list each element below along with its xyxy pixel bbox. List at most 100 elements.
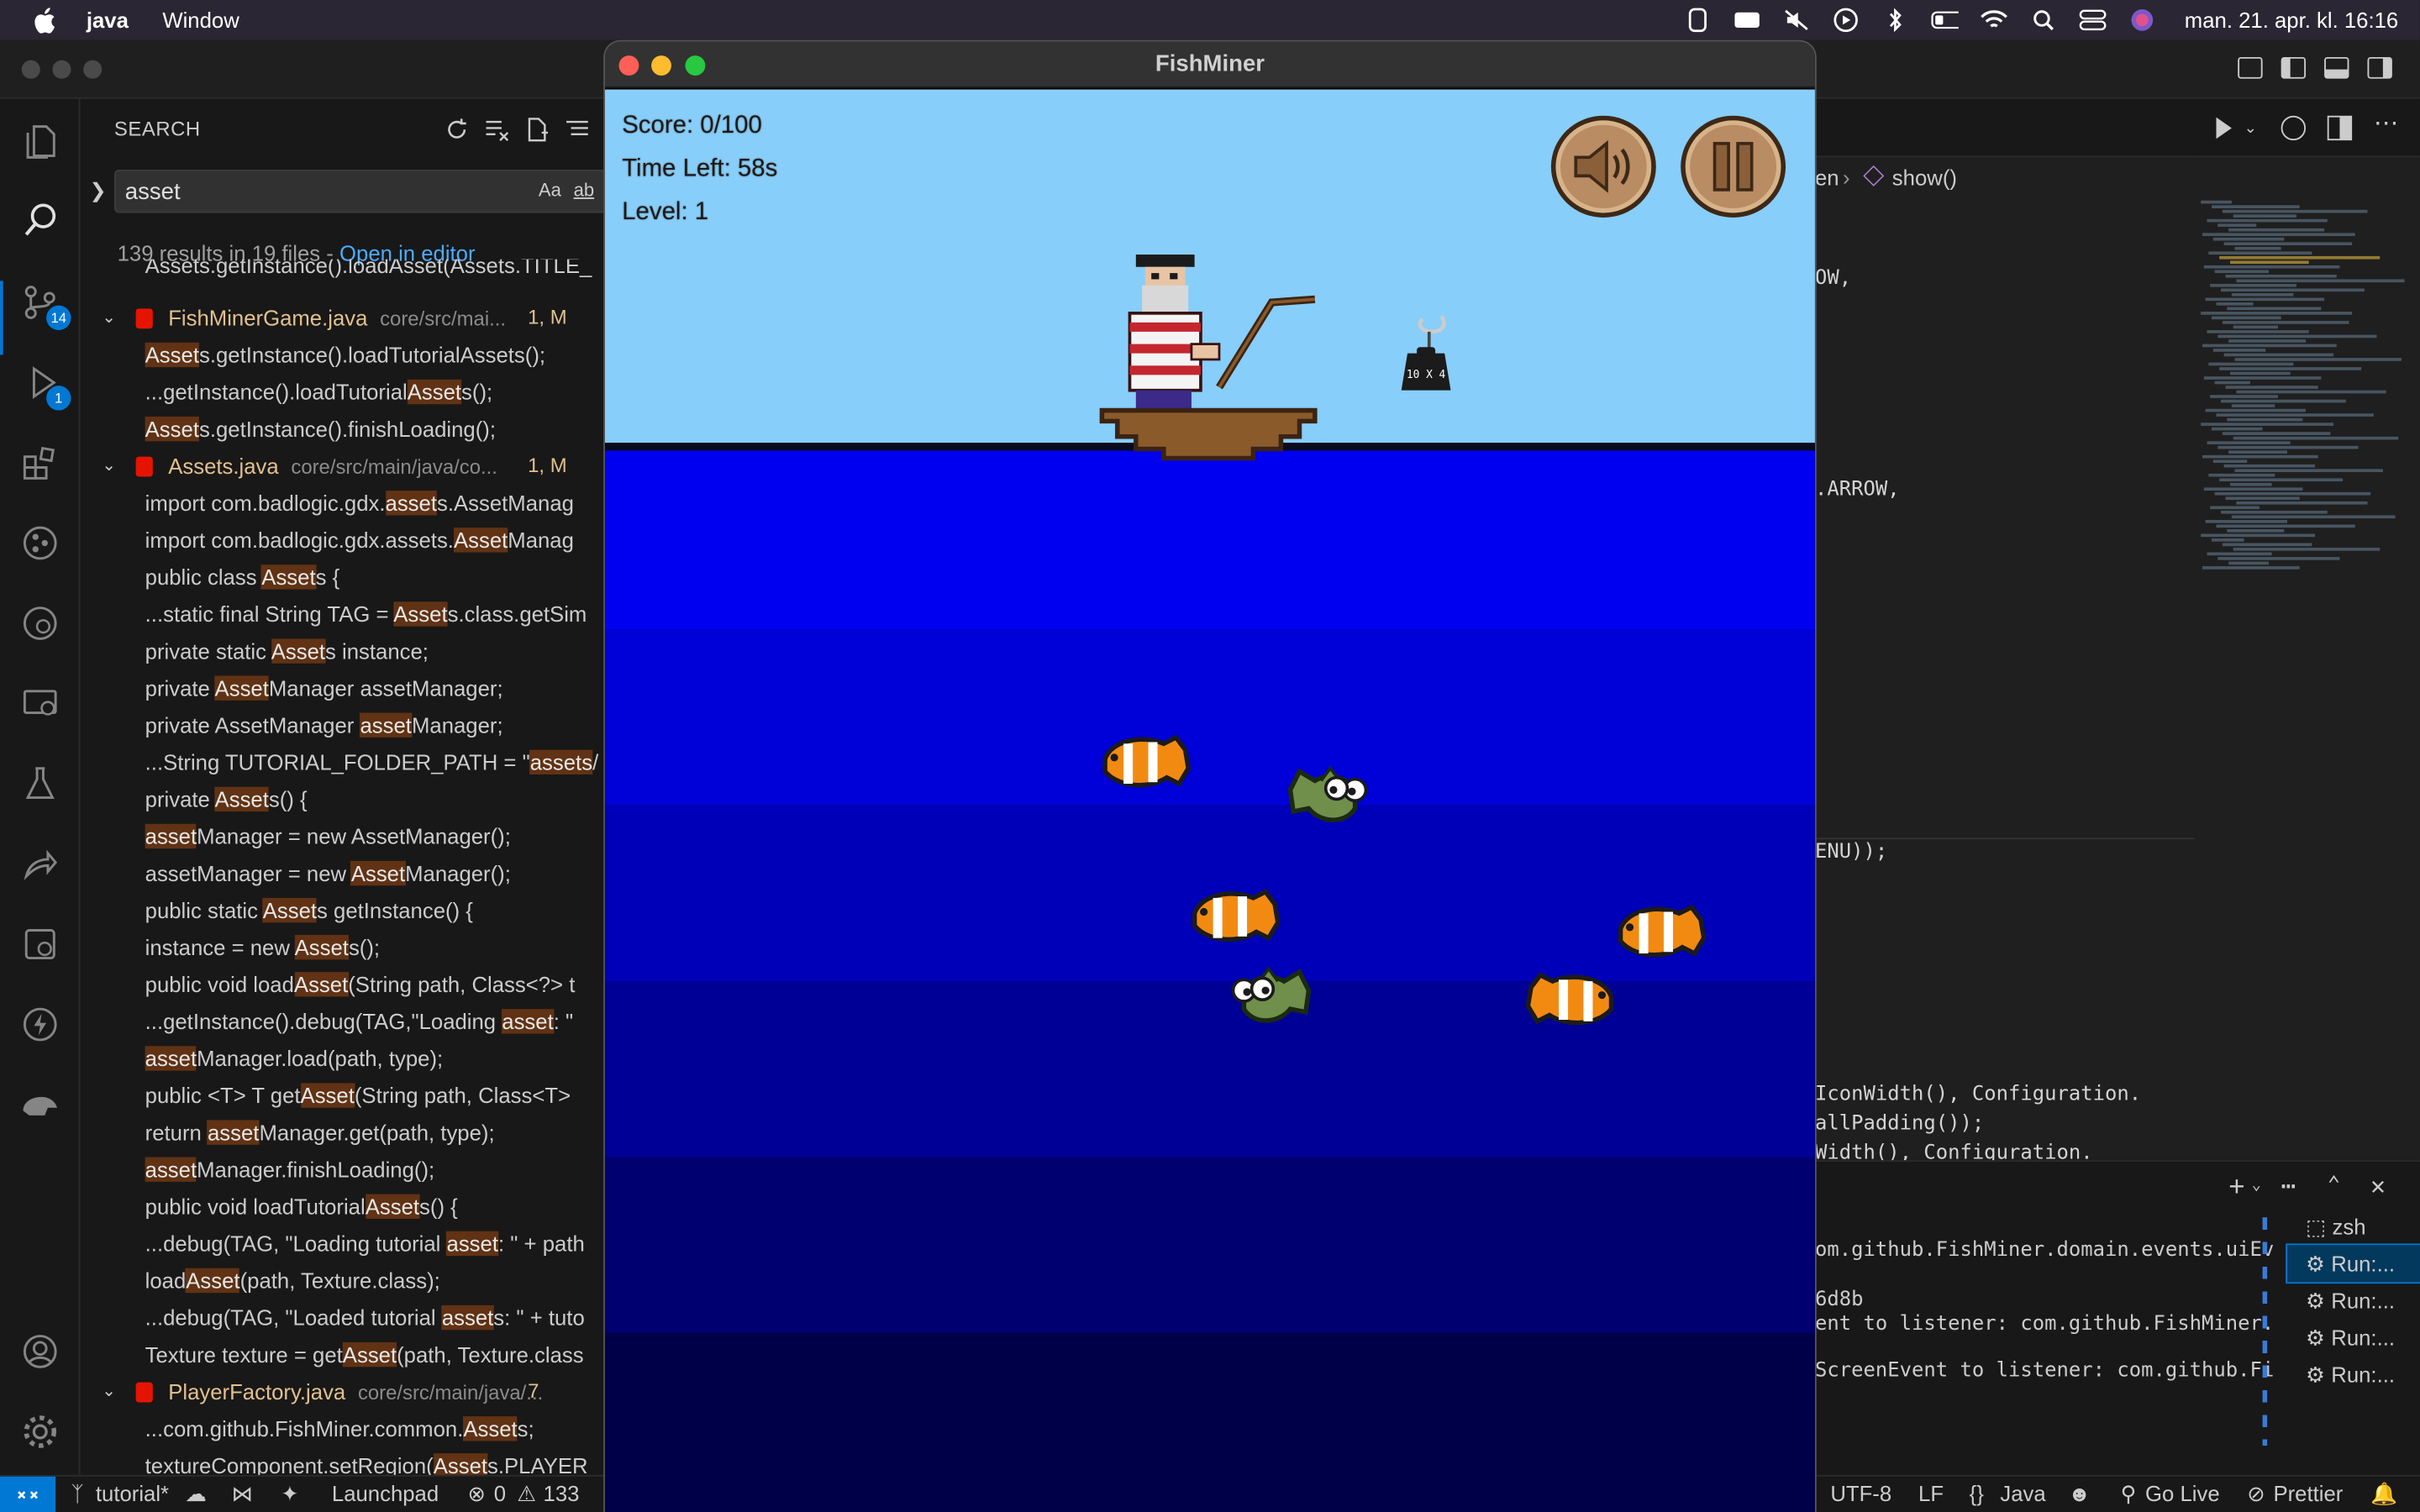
play-icon[interactable] (1833, 8, 1860, 33)
wifi-icon[interactable] (1981, 9, 2008, 31)
run-debug-icon[interactable]: 1 (18, 361, 71, 411)
breadcrumb-prefix[interactable]: en (1815, 165, 1839, 190)
search-match-row[interactable]: ...getInstance().debug(TAG,"Loading asse… (81, 1003, 605, 1040)
broadcast-icon[interactable]: ⚲ (2121, 1481, 2137, 1507)
code-line[interactable]: ENU)); (1815, 841, 1887, 864)
search-match-row[interactable]: loadAsset(path, Texture.class); (81, 1262, 605, 1299)
git-graph-icon[interactable] (18, 522, 61, 564)
search-match-row[interactable]: public static Assets getInstance() { (81, 892, 605, 929)
game-zoom-button[interactable] (685, 55, 706, 76)
app-menu-java[interactable]: java (87, 8, 129, 32)
terminal-tab-zsh[interactable]: ⬚ zsh (2287, 1208, 2420, 1245)
search-icon[interactable] (18, 197, 61, 240)
prettier-label[interactable]: Prettier (2273, 1481, 2343, 1505)
search-match-row[interactable]: public class Assets { (81, 559, 605, 596)
search-match-row[interactable]: assetManager = new AssetManager(); (81, 855, 605, 892)
control-center-icon[interactable] (2080, 9, 2107, 31)
toggle-panel-icon[interactable] (2324, 56, 2349, 79)
siri-icon[interactable] (2129, 9, 2157, 31)
search-match-row[interactable]: ...getInstance().loadTutorialAssets(); (81, 373, 605, 410)
search-match-row[interactable]: ...static final String TAG = Assets.clas… (81, 596, 605, 633)
warnings-icon[interactable]: ⚠ (517, 1481, 536, 1507)
run-file-icon[interactable] (2216, 117, 2232, 139)
branch-icon[interactable]: ᛉ (71, 1481, 83, 1505)
fish-3[interactable] (1186, 885, 1285, 947)
search-match-row[interactable]: ...com.github.FishMiner.common.Assets; (81, 1410, 605, 1447)
new-terminal-icon[interactable]: + (2228, 1171, 2244, 1204)
close-panel-icon[interactable]: ✕ (2370, 1171, 2386, 1200)
minimap[interactable] (2194, 157, 2420, 1158)
launchpad-label[interactable]: Launchpad (332, 1481, 439, 1505)
terminal-tab-run[interactable]: ⚙ Run:... (2287, 1319, 2420, 1356)
collapse-chevron-icon[interactable]: ⌄ (102, 299, 116, 336)
fish-5[interactable] (1223, 963, 1315, 1033)
mute-icon[interactable] (1783, 9, 1811, 31)
breadcrumb-symbol[interactable]: show() (1892, 165, 1957, 190)
launchpad-icon[interactable]: ✦ (281, 1481, 299, 1507)
compare-changes-icon[interactable] (2281, 115, 2307, 141)
search-settings-icon[interactable] (18, 601, 61, 644)
search-file-row[interactable]: ⌄ Assets.java core/src/main/java/co... 1, M (81, 448, 605, 485)
split-editor-icon[interactable] (2327, 115, 2353, 141)
fish-1[interactable] (1096, 732, 1195, 793)
refresh-icon[interactable] (445, 118, 469, 142)
project-manager-icon[interactable] (18, 922, 61, 965)
search-match-row[interactable]: Assets.getInstance().finishLoading(); (81, 411, 605, 448)
search-match-row[interactable]: private static Assets instance; (81, 633, 605, 669)
search-file-row[interactable]: ⌄ PlayerFactory.java core/src/main/java/..… (81, 1373, 605, 1410)
figma-icon[interactable] (1685, 8, 1712, 33)
search-match-row[interactable]: Assets.getInstance().loadTutorialAssets(… (81, 336, 605, 373)
search-match-row[interactable]: instance = new Assets(); (81, 929, 605, 966)
line-endings[interactable]: LF (1918, 1481, 1944, 1505)
code-line[interactable]: .ARROW, (1815, 478, 1900, 501)
code-line[interactable]: IconWidth(), Configuration. (1815, 1083, 2141, 1106)
match-case-toggle[interactable]: Aa (539, 179, 561, 201)
terminal-tab-run[interactable]: ⚙ Run:... (2286, 1243, 2420, 1284)
search-match-row[interactable]: return assetManager.get(path, type); (81, 1114, 605, 1151)
game-window-title-bar[interactable]: FishMiner (604, 41, 1815, 88)
prettier-icon[interactable]: ⊘ (2247, 1481, 2265, 1507)
collapse-chevron-icon[interactable]: ⌄ (102, 1373, 116, 1410)
testing-icon[interactable] (18, 762, 61, 805)
search-match-row[interactable]: assetManager.finishLoading(); (81, 1151, 605, 1188)
graph-icon[interactable]: ⋈ (232, 1481, 254, 1507)
errors-icon[interactable]: ⊗ (468, 1481, 487, 1507)
collapse-chevron-icon[interactable]: ⌄ (102, 448, 116, 485)
branch-name[interactable]: tutorial* (96, 1481, 169, 1505)
source-control-icon[interactable]: 14 (18, 281, 71, 331)
search-file-row[interactable]: ⌄ FishMinerGame.java core/src/mai... 1, M (81, 299, 605, 336)
match-whole-word-toggle[interactable]: ab (574, 179, 595, 201)
terminal-tab-run[interactable]: ⚙ Run:... (2287, 1282, 2420, 1319)
toggle-primary-sidebar-icon[interactable] (2281, 56, 2307, 79)
code-line[interactable]: OW, (1815, 267, 1851, 291)
bluetooth-icon[interactable] (1882, 8, 1910, 33)
fish-4[interactable] (1612, 901, 1711, 963)
menu-clock[interactable]: man. 21. apr. kl. 16:16 (2185, 8, 2398, 32)
code-line[interactable]: allPadding()); (1815, 1112, 1984, 1136)
go-live-button[interactable]: Go Live (2145, 1481, 2220, 1505)
errors-count[interactable]: 0 (494, 1481, 506, 1505)
window-close-inactive[interactable] (21, 60, 40, 79)
more-actions-icon[interactable]: ⋯ (2374, 108, 2398, 139)
toggle-replace-chevron-icon[interactable]: ❯ (90, 179, 107, 203)
fish-2[interactable] (1284, 762, 1376, 832)
search-match-row[interactable]: Texture texture = getAsset(path, Texture… (81, 1336, 605, 1373)
menu-window[interactable]: Window (162, 8, 239, 32)
notifications-bell-icon[interactable]: 🔔 (2370, 1481, 2397, 1507)
search-match-row[interactable]: public <T> T getAsset(String path, Class… (81, 1077, 605, 1114)
search-match-row[interactable]: private Assets() { (81, 780, 605, 817)
encoding[interactable]: UTF-8 (1830, 1481, 1891, 1505)
warnings-count[interactable]: 133 (544, 1481, 580, 1505)
search-input[interactable]: asset Aa ab (113, 170, 608, 213)
sync-icon[interactable]: ☁ (185, 1481, 207, 1507)
window-zoom-inactive[interactable] (83, 60, 103, 79)
explorer-icon[interactable] (18, 120, 61, 163)
database-client-icon[interactable] (18, 1083, 61, 1126)
live-share-icon[interactable] (18, 843, 61, 885)
accounts-icon[interactable] (18, 1330, 61, 1373)
game-minimize-button[interactable] (651, 55, 671, 76)
fish-6[interactable] (1522, 969, 1621, 1030)
panel-more-icon[interactable]: ⋯ (2281, 1171, 2296, 1200)
manage-gear-icon[interactable] (18, 1410, 61, 1453)
apple-icon[interactable] (31, 6, 55, 34)
